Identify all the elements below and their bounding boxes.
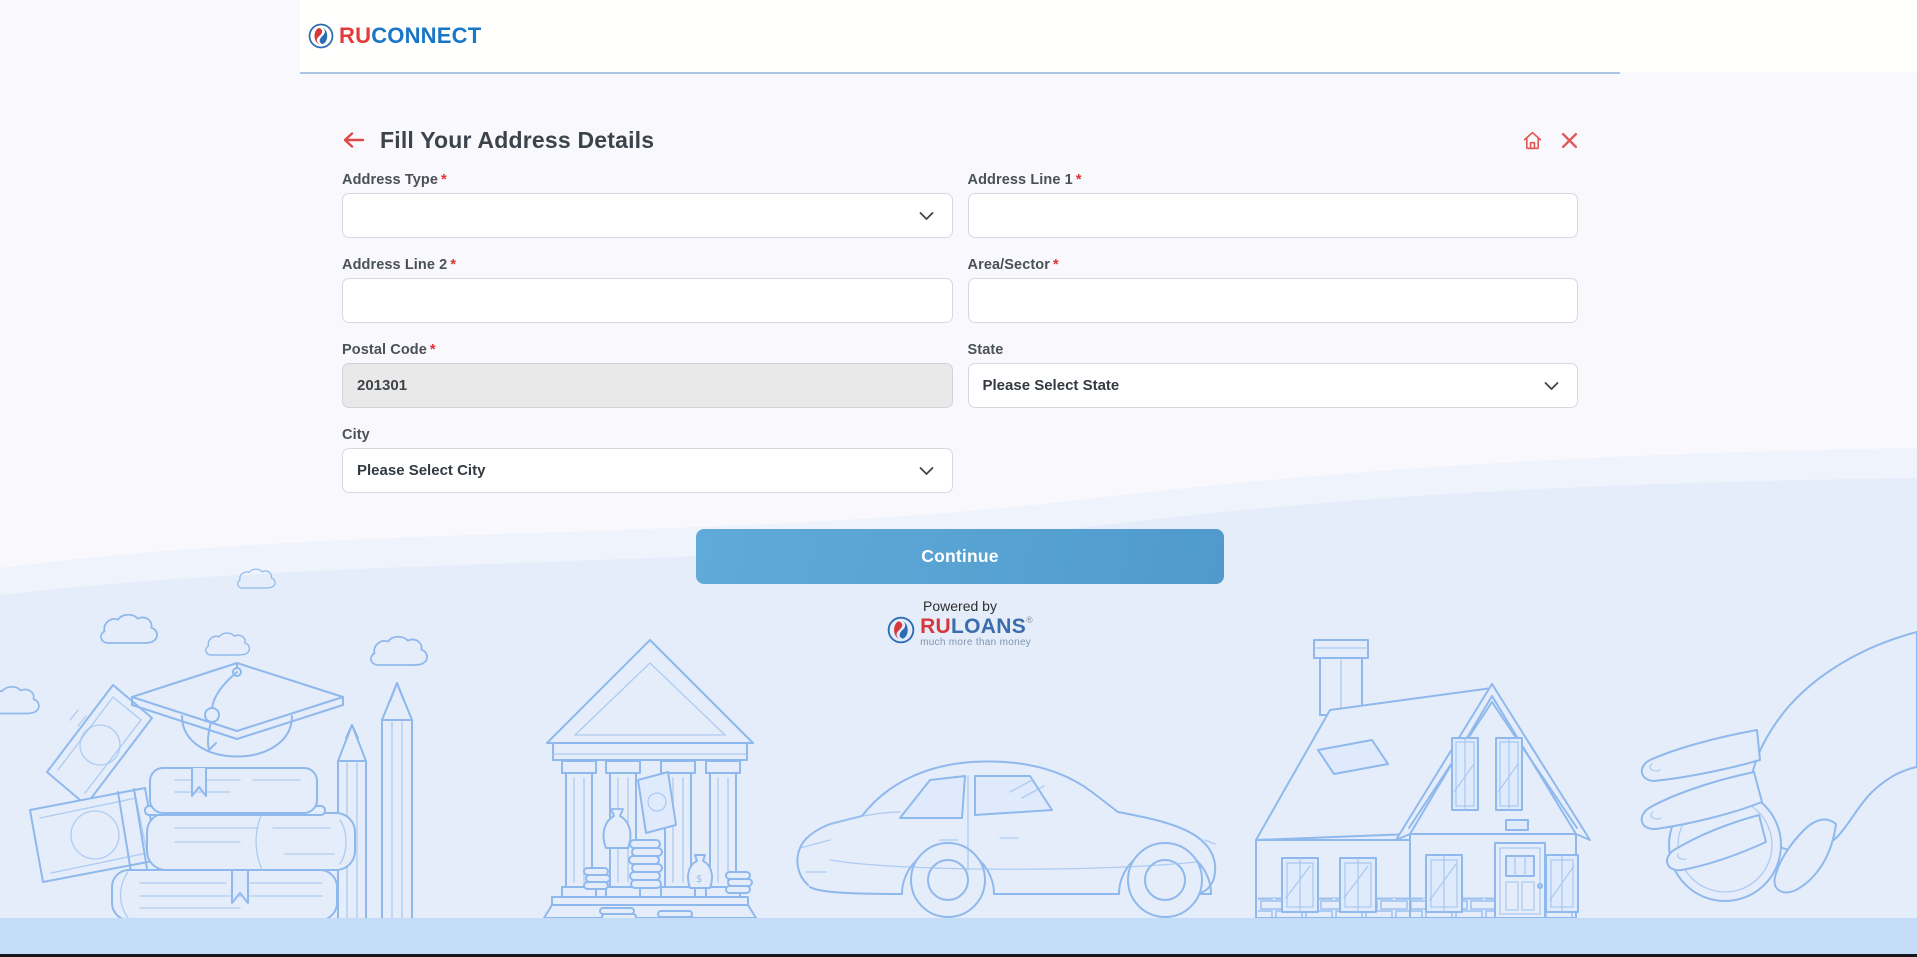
home-button[interactable]	[1522, 130, 1543, 151]
required-asterisk: *	[441, 172, 447, 188]
ruconnect-logo-icon	[308, 23, 334, 49]
arrow-left-icon	[342, 131, 366, 149]
address-type-select[interactable]	[342, 193, 953, 238]
address-line2-input[interactable]	[357, 279, 938, 322]
page-title: Fill Your Address Details	[380, 127, 654, 154]
chevron-down-icon	[919, 462, 934, 479]
field-city: City Please Select City	[342, 426, 953, 493]
chevron-down-icon	[1544, 377, 1559, 394]
home-icon	[1522, 130, 1543, 151]
postal-code-input	[357, 364, 938, 407]
ruloans-tagline: much more than money	[920, 638, 1033, 648]
city-select[interactable]: Please Select City	[342, 448, 953, 493]
required-asterisk: *	[450, 257, 456, 273]
actions-row: Continue	[342, 529, 1578, 584]
close-button[interactable]	[1561, 132, 1578, 149]
address-form: Address Type* Address Line 1* Address Li…	[342, 153, 1578, 493]
field-postal-code: Postal Code*	[342, 341, 953, 408]
ruloans-logo-icon	[887, 616, 915, 644]
address-type-label: Address Type*	[342, 171, 953, 190]
svg-text:$: $	[696, 874, 702, 885]
address-line1-input[interactable]	[983, 194, 1564, 237]
state-label: State	[968, 341, 1579, 360]
required-asterisk: *	[1076, 172, 1082, 188]
ruloans-logo-text: RULOANS® much more than money	[920, 616, 1033, 648]
title-row: Fill Your Address Details	[342, 127, 1578, 153]
address-form-panel: Fill Your Address Details Address Type* …	[300, 73, 1620, 648]
field-area-sector: Area/Sector*	[968, 256, 1579, 323]
area-sector-input[interactable]	[983, 279, 1564, 322]
address-line2-label: Address Line 2*	[342, 256, 953, 275]
address-line1-label: Address Line 1*	[968, 171, 1579, 190]
powered-by-block: Powered by RULOANS® much more than money	[342, 598, 1578, 648]
back-button[interactable]	[342, 131, 366, 149]
continue-button[interactable]: Continue	[696, 529, 1224, 584]
close-icon	[1561, 132, 1578, 149]
ruconnect-logo-text: RUCONNECT	[339, 23, 481, 49]
chevron-down-icon	[919, 207, 934, 224]
field-address-type: Address Type*	[342, 171, 953, 238]
city-label: City	[342, 426, 953, 445]
header-divider	[300, 72, 1620, 74]
powered-by-label: Powered by	[342, 598, 1578, 614]
field-address-line1: Address Line 1*	[968, 171, 1579, 238]
city-value: Please Select City	[357, 462, 485, 479]
state-select[interactable]: Please Select State	[968, 363, 1579, 408]
required-asterisk: *	[1053, 257, 1059, 273]
top-navbar: RUCONNECT	[300, 0, 1917, 72]
state-value: Please Select State	[983, 377, 1120, 394]
area-sector-label: Area/Sector*	[968, 256, 1579, 275]
required-asterisk: *	[430, 342, 436, 358]
postal-code-label: Postal Code*	[342, 341, 953, 360]
field-state: State Please Select State	[968, 341, 1579, 408]
field-address-line2: Address Line 2*	[342, 256, 953, 323]
ground-strip	[0, 918, 1917, 954]
ruconnect-logo: RUCONNECT	[300, 23, 481, 49]
ruloans-logo: RULOANS® much more than money	[342, 616, 1578, 648]
